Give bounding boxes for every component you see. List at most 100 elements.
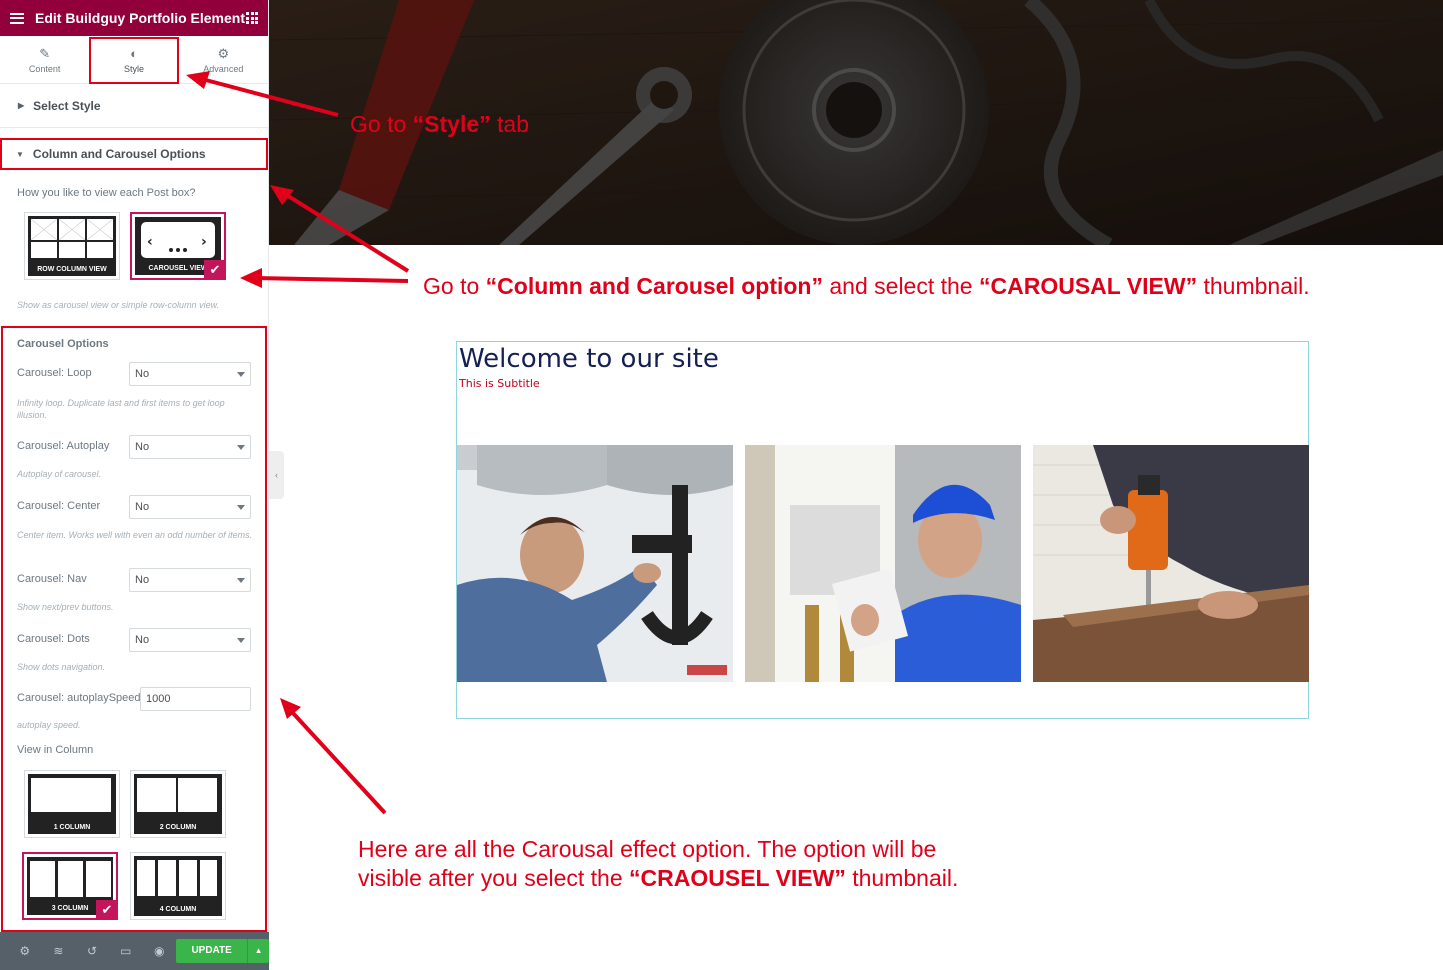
loop-value: No	[135, 368, 150, 380]
preview-eye-icon[interactable]: ◉	[142, 944, 176, 958]
tab-content[interactable]: ✎ Content	[0, 36, 89, 83]
portfolio-image-plumber[interactable]	[457, 445, 733, 682]
center-select[interactable]: No	[129, 495, 251, 519]
four-column-thumb[interactable]: 4 COLUMN	[130, 852, 226, 920]
svg-text:›: ›	[201, 234, 207, 250]
tab-style-label: Style	[123, 63, 144, 74]
tab-advanced-label: Advanced	[203, 63, 244, 74]
editor-panel: Edit Buildguy Portfolio Element ✎ Conten…	[0, 0, 269, 970]
editor-header: Edit Buildguy Portfolio Element	[0, 0, 268, 36]
dropdown-arrow-icon	[237, 638, 245, 643]
history-icon[interactable]: ↺	[75, 944, 109, 958]
autoplay-value: No	[135, 441, 150, 453]
two-column-caption: 2 COLUMN	[134, 822, 222, 834]
carpenter-photo-illustration	[1033, 445, 1309, 682]
dots-value: No	[135, 634, 150, 646]
arrow-to-carousel-options	[290, 710, 387, 815]
nav-label: Carousel: Nav	[17, 573, 87, 585]
arrow-to-carousel-thumb	[254, 276, 409, 283]
annotation-carousel-line2-bold: “CRAOUSEL VIEW”	[629, 865, 846, 891]
portfolio-preview[interactable]: Welcome to our site This is Subtitle	[456, 341, 1309, 719]
dropdown-arrow-icon	[237, 505, 245, 510]
annotation-column-bold2: “CAROUSAL VIEW”	[979, 273, 1198, 299]
widgets-grid-icon[interactable]	[246, 12, 258, 24]
annotation-column-option: Go to “Column and Carousel option” and s…	[423, 273, 1310, 300]
carousel-options-heading: Carousel Options	[17, 338, 109, 350]
annotation-carousel-line1: Here are all the Carousal effect option.…	[358, 836, 937, 862]
annotation-carousel-line2-post: thumbnail.	[845, 865, 959, 891]
nav-select[interactable]: No	[129, 568, 251, 592]
tab-content-label: Content	[28, 63, 61, 74]
annotation-column-bold1: “Column and Carousel option”	[485, 273, 823, 299]
dropdown-arrow-icon	[237, 578, 245, 583]
two-column-icon	[137, 778, 217, 812]
dots-help: Show dots navigation.	[17, 662, 106, 672]
portfolio-image-carpenter[interactable]	[1033, 445, 1309, 682]
caret-down-icon: ▼	[16, 149, 24, 159]
responsive-icon[interactable]: ▭	[109, 944, 143, 958]
annotation-carousel-line2-pre: visible after you select the	[358, 865, 630, 891]
section-column-carousel[interactable]: ▼ Column and Carousel Options	[0, 138, 268, 170]
loop-select[interactable]: No	[129, 362, 251, 386]
panel-tabs: ✎ Content ◐ Style ⚙ Advanced	[0, 36, 268, 84]
loop-label: Carousel: Loop	[17, 367, 92, 379]
checkmark-icon: ✔	[204, 260, 226, 280]
plumber-photo-illustration	[457, 445, 733, 682]
one-column-caption: 1 COLUMN	[28, 822, 116, 834]
hamburger-menu-icon[interactable]	[10, 12, 24, 24]
one-column-thumb[interactable]: 1 COLUMN	[24, 770, 120, 838]
panel-footer: ⚙ ≋ ↺ ▭ ◉ UPDATE ▲	[0, 932, 269, 970]
annotation-column-mid: and select the	[823, 273, 979, 299]
update-options-arrow-icon[interactable]: ▲	[247, 939, 269, 963]
four-column-caption: 4 COLUMN	[134, 904, 222, 916]
section-select-style[interactable]: ▶ Select Style	[0, 84, 268, 128]
dropdown-arrow-icon	[237, 372, 245, 377]
row-column-view-thumb[interactable]: ROW COLUMN VIEW	[24, 212, 120, 280]
loop-help: Infinity loop. Duplicate last and first …	[17, 398, 225, 420]
technician-photo-illustration	[745, 445, 1021, 682]
dots-label: Carousel: Dots	[17, 633, 90, 645]
two-column-thumb[interactable]: 2 COLUMN	[130, 770, 226, 838]
gear-icon: ⚙	[217, 45, 230, 61]
annotation-style-tab: Go to “Style” tab	[350, 111, 529, 138]
annotation-style-bold: “Style”	[412, 111, 491, 137]
autoplay-label: Carousel: Autoplay	[17, 440, 110, 452]
editor-title: Edit Buildguy Portfolio Element	[35, 10, 245, 26]
center-label: Carousel: Center	[17, 500, 101, 512]
collapse-panel-handle[interactable]: ‹	[269, 451, 284, 499]
autoplay-speed-label: Carousel: autoplaySpeed	[17, 692, 141, 704]
settings-icon[interactable]: ⚙	[8, 944, 42, 958]
three-column-thumb[interactable]: 3 COLUMN ✔	[22, 852, 118, 920]
checkmark-icon: ✔	[96, 900, 118, 920]
autoplay-help: Autoplay of carousel.	[17, 469, 102, 479]
caret-right-icon: ▶	[18, 101, 25, 110]
carousel-view-thumb[interactable]: ‹ › CAROUSEL VIEW ✔	[130, 212, 226, 280]
preview-title: Welcome to our site	[459, 344, 719, 374]
autoplay-speed-input[interactable]: 1000	[140, 687, 251, 711]
tab-advanced[interactable]: ⚙ Advanced	[179, 36, 268, 83]
center-value: No	[135, 501, 150, 513]
one-column-icon	[31, 778, 111, 812]
section-column-carousel-label: Column and Carousel Options	[32, 147, 206, 161]
autoplay-select[interactable]: No	[129, 435, 251, 459]
view-in-column-label: View in Column	[17, 744, 94, 756]
center-help: Center item. Works well with even an odd…	[17, 530, 253, 540]
portfolio-image-technician[interactable]	[745, 445, 1021, 682]
preview-subtitle: This is Subtitle	[459, 377, 540, 390]
dots-select[interactable]: No	[129, 628, 251, 652]
svg-text:‹: ‹	[147, 234, 153, 250]
update-button[interactable]: UPDATE	[176, 939, 248, 963]
annotation-carousel-line2: visible after you select the “CRAOUSEL V…	[358, 864, 958, 893]
four-column-icon	[137, 860, 217, 896]
annotation-style-pre: Go to	[350, 111, 413, 137]
view-question: How you like to view each Post box?	[17, 187, 196, 199]
annotation-style-post: tab	[490, 111, 530, 137]
dropdown-arrow-icon	[237, 445, 245, 450]
contrast-icon: ◐	[130, 45, 138, 61]
tab-style[interactable]: ◐ Style	[89, 36, 178, 83]
nav-help: Show next/prev buttons.	[17, 602, 114, 612]
view-help-text: Show as carousel view or simple row-colu…	[17, 300, 220, 310]
row-column-view-caption: ROW COLUMN VIEW	[28, 264, 116, 276]
pencil-icon: ✎	[39, 45, 51, 61]
layers-icon[interactable]: ≋	[42, 944, 76, 958]
